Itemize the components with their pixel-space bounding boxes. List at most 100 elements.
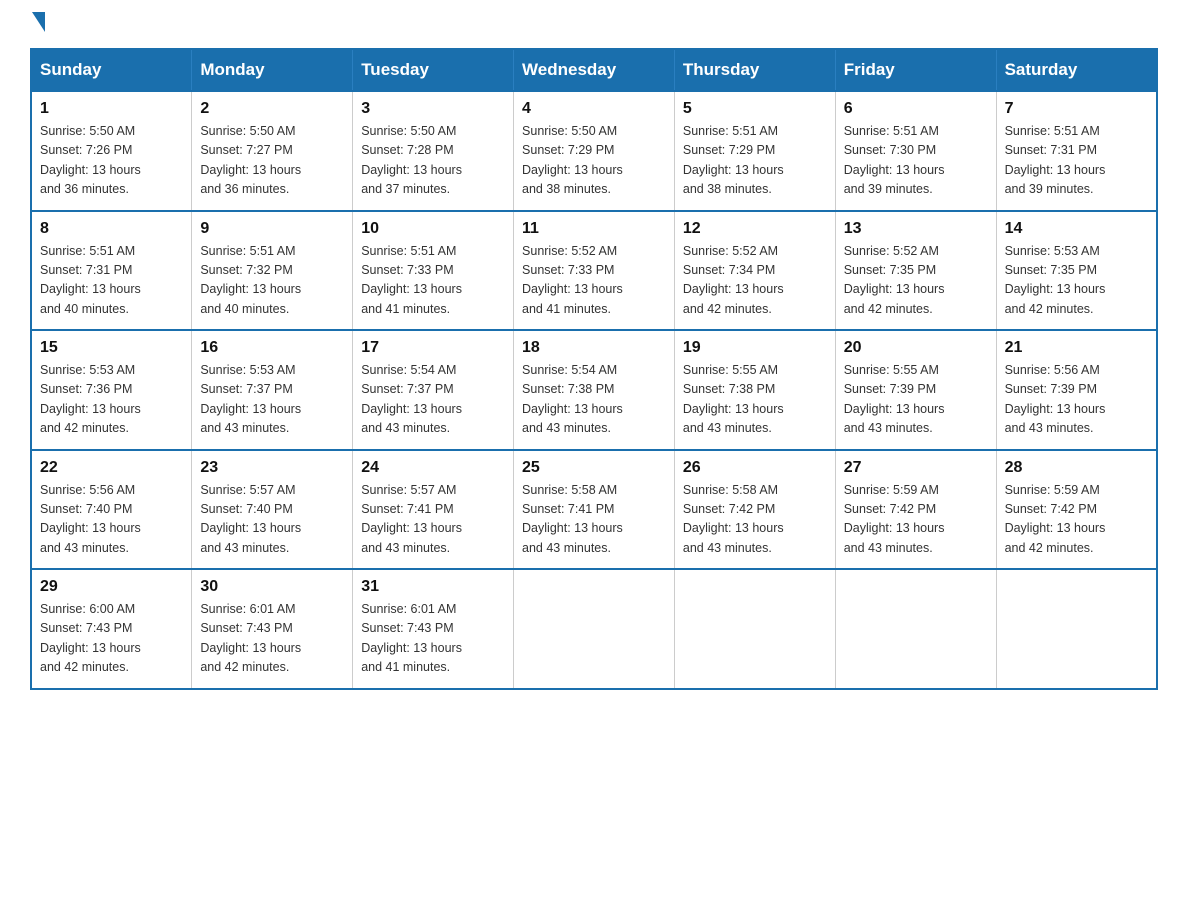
day-info: Sunrise: 5:59 AMSunset: 7:42 PMDaylight:… <box>844 481 988 559</box>
day-number: 28 <box>1005 459 1148 477</box>
logo <box>30 20 45 28</box>
calendar-week-row: 8 Sunrise: 5:51 AMSunset: 7:31 PMDaylight… <box>31 211 1157 331</box>
day-number: 22 <box>40 459 183 477</box>
day-info: Sunrise: 5:51 AMSunset: 7:32 PMDaylight:… <box>200 242 344 320</box>
calendar-cell: 13Sunrise: 5:52 AMSunset: 7:35 PMDayligh… <box>835 211 996 331</box>
day-number: 15 <box>40 339 183 357</box>
calendar-cell <box>996 569 1157 689</box>
calendar-cell: 11 Sunrise: 5:52 AMSunset: 7:33 PMDayligh… <box>514 211 675 331</box>
day-info: Sunrise: 6:00 AMSunset: 7:43 PMDaylight:… <box>40 600 183 678</box>
calendar-cell: 30 Sunrise: 6:01 AMSunset: 7:43 PMDayligh… <box>192 569 353 689</box>
calendar-cell: 25Sunrise: 5:58 AMSunset: 7:41 PMDayligh… <box>514 450 675 570</box>
day-info: Sunrise: 5:50 AMSunset: 7:27 PMDaylight:… <box>200 122 344 200</box>
day-info: Sunrise: 5:50 AMSunset: 7:29 PMDaylight:… <box>522 122 666 200</box>
day-number: 24 <box>361 459 505 477</box>
calendar-week-row: 22 Sunrise: 5:56 AMSunset: 7:40 PMDayligh… <box>31 450 1157 570</box>
day-info: Sunrise: 5:54 AMSunset: 7:38 PMDaylight:… <box>522 361 666 439</box>
day-number: 26 <box>683 459 827 477</box>
calendar-cell: 10Sunrise: 5:51 AMSunset: 7:33 PMDayligh… <box>353 211 514 331</box>
day-info: Sunrise: 5:52 AMSunset: 7:33 PMDaylight:… <box>522 242 666 320</box>
day-info: Sunrise: 6:01 AMSunset: 7:43 PMDaylight:… <box>200 600 344 678</box>
day-info: Sunrise: 5:58 AMSunset: 7:42 PMDaylight:… <box>683 481 827 559</box>
calendar-cell: 23 Sunrise: 5:57 AMSunset: 7:40 PMDayligh… <box>192 450 353 570</box>
day-number: 4 <box>522 100 666 118</box>
day-number: 21 <box>1005 339 1148 357</box>
calendar-cell: 12 Sunrise: 5:52 AMSunset: 7:34 PMDayligh… <box>674 211 835 331</box>
day-number: 27 <box>844 459 988 477</box>
weekday-header-row: SundayMondayTuesdayWednesdayThursdayFrid… <box>31 49 1157 91</box>
calendar-cell: 28Sunrise: 5:59 AMSunset: 7:42 PMDayligh… <box>996 450 1157 570</box>
weekday-header-sunday: Sunday <box>31 49 192 91</box>
day-number: 9 <box>200 220 344 238</box>
calendar-cell: 31Sunrise: 6:01 AMSunset: 7:43 PMDayligh… <box>353 569 514 689</box>
weekday-header-thursday: Thursday <box>674 49 835 91</box>
calendar-cell: 22 Sunrise: 5:56 AMSunset: 7:40 PMDayligh… <box>31 450 192 570</box>
calendar-week-row: 15 Sunrise: 5:53 AMSunset: 7:36 PMDayligh… <box>31 330 1157 450</box>
day-info: Sunrise: 5:54 AMSunset: 7:37 PMDaylight:… <box>361 361 505 439</box>
day-info: Sunrise: 5:56 AMSunset: 7:39 PMDaylight:… <box>1005 361 1148 439</box>
calendar-week-row: 29 Sunrise: 6:00 AMSunset: 7:43 PMDayligh… <box>31 569 1157 689</box>
calendar-cell: 4 Sunrise: 5:50 AMSunset: 7:29 PMDaylight… <box>514 91 675 211</box>
day-number: 29 <box>40 578 183 596</box>
weekday-header-friday: Friday <box>835 49 996 91</box>
calendar-cell <box>835 569 996 689</box>
calendar-cell: 2 Sunrise: 5:50 AMSunset: 7:27 PMDaylight… <box>192 91 353 211</box>
calendar-cell: 24 Sunrise: 5:57 AMSunset: 7:41 PMDayligh… <box>353 450 514 570</box>
day-number: 7 <box>1005 100 1148 118</box>
day-info: Sunrise: 5:58 AMSunset: 7:41 PMDaylight:… <box>522 481 666 559</box>
calendar-cell: 3 Sunrise: 5:50 AMSunset: 7:28 PMDaylight… <box>353 91 514 211</box>
weekday-header-wednesday: Wednesday <box>514 49 675 91</box>
calendar-cell: 19 Sunrise: 5:55 AMSunset: 7:38 PMDayligh… <box>674 330 835 450</box>
calendar-week-row: 1 Sunrise: 5:50 AMSunset: 7:26 PMDaylight… <box>31 91 1157 211</box>
day-info: Sunrise: 5:51 AMSunset: 7:30 PMDaylight:… <box>844 122 988 200</box>
day-number: 10 <box>361 220 505 238</box>
page-header <box>30 20 1158 28</box>
day-number: 8 <box>40 220 183 238</box>
calendar-cell: 16Sunrise: 5:53 AMSunset: 7:37 PMDayligh… <box>192 330 353 450</box>
day-info: Sunrise: 5:51 AMSunset: 7:31 PMDaylight:… <box>1005 122 1148 200</box>
day-info: Sunrise: 5:56 AMSunset: 7:40 PMDaylight:… <box>40 481 183 559</box>
calendar-cell <box>514 569 675 689</box>
day-info: Sunrise: 5:55 AMSunset: 7:39 PMDaylight:… <box>844 361 988 439</box>
calendar-cell: 1 Sunrise: 5:50 AMSunset: 7:26 PMDaylight… <box>31 91 192 211</box>
calendar-cell <box>674 569 835 689</box>
day-number: 20 <box>844 339 988 357</box>
day-number: 3 <box>361 100 505 118</box>
day-info: Sunrise: 5:52 AMSunset: 7:35 PMDaylight:… <box>844 242 988 320</box>
day-number: 14 <box>1005 220 1148 238</box>
day-info: Sunrise: 5:57 AMSunset: 7:40 PMDaylight:… <box>200 481 344 559</box>
weekday-header-tuesday: Tuesday <box>353 49 514 91</box>
day-number: 11 <box>522 220 666 238</box>
day-info: Sunrise: 5:57 AMSunset: 7:41 PMDaylight:… <box>361 481 505 559</box>
day-number: 18 <box>522 339 666 357</box>
day-number: 30 <box>200 578 344 596</box>
day-number: 2 <box>200 100 344 118</box>
day-info: Sunrise: 6:01 AMSunset: 7:43 PMDaylight:… <box>361 600 505 678</box>
day-info: Sunrise: 5:55 AMSunset: 7:38 PMDaylight:… <box>683 361 827 439</box>
day-number: 12 <box>683 220 827 238</box>
day-number: 23 <box>200 459 344 477</box>
day-number: 16 <box>200 339 344 357</box>
day-info: Sunrise: 5:50 AMSunset: 7:28 PMDaylight:… <box>361 122 505 200</box>
day-number: 17 <box>361 339 505 357</box>
day-info: Sunrise: 5:53 AMSunset: 7:35 PMDaylight:… <box>1005 242 1148 320</box>
day-info: Sunrise: 5:52 AMSunset: 7:34 PMDaylight:… <box>683 242 827 320</box>
day-info: Sunrise: 5:51 AMSunset: 7:31 PMDaylight:… <box>40 242 183 320</box>
weekday-header-saturday: Saturday <box>996 49 1157 91</box>
logo-arrow-icon <box>32 12 45 32</box>
calendar-cell: 15 Sunrise: 5:53 AMSunset: 7:36 PMDayligh… <box>31 330 192 450</box>
calendar-cell: 18 Sunrise: 5:54 AMSunset: 7:38 PMDayligh… <box>514 330 675 450</box>
day-number: 5 <box>683 100 827 118</box>
day-number: 1 <box>40 100 183 118</box>
calendar-cell: 9 Sunrise: 5:51 AMSunset: 7:32 PMDaylight… <box>192 211 353 331</box>
calendar-cell: 26 Sunrise: 5:58 AMSunset: 7:42 PMDayligh… <box>674 450 835 570</box>
calendar-cell: 17 Sunrise: 5:54 AMSunset: 7:37 PMDayligh… <box>353 330 514 450</box>
calendar-cell: 6 Sunrise: 5:51 AMSunset: 7:30 PMDaylight… <box>835 91 996 211</box>
day-number: 6 <box>844 100 988 118</box>
calendar-cell: 5Sunrise: 5:51 AMSunset: 7:29 PMDaylight… <box>674 91 835 211</box>
day-number: 19 <box>683 339 827 357</box>
day-info: Sunrise: 5:53 AMSunset: 7:36 PMDaylight:… <box>40 361 183 439</box>
day-info: Sunrise: 5:50 AMSunset: 7:26 PMDaylight:… <box>40 122 183 200</box>
calendar-cell: 14 Sunrise: 5:53 AMSunset: 7:35 PMDayligh… <box>996 211 1157 331</box>
calendar-cell: 8 Sunrise: 5:51 AMSunset: 7:31 PMDaylight… <box>31 211 192 331</box>
